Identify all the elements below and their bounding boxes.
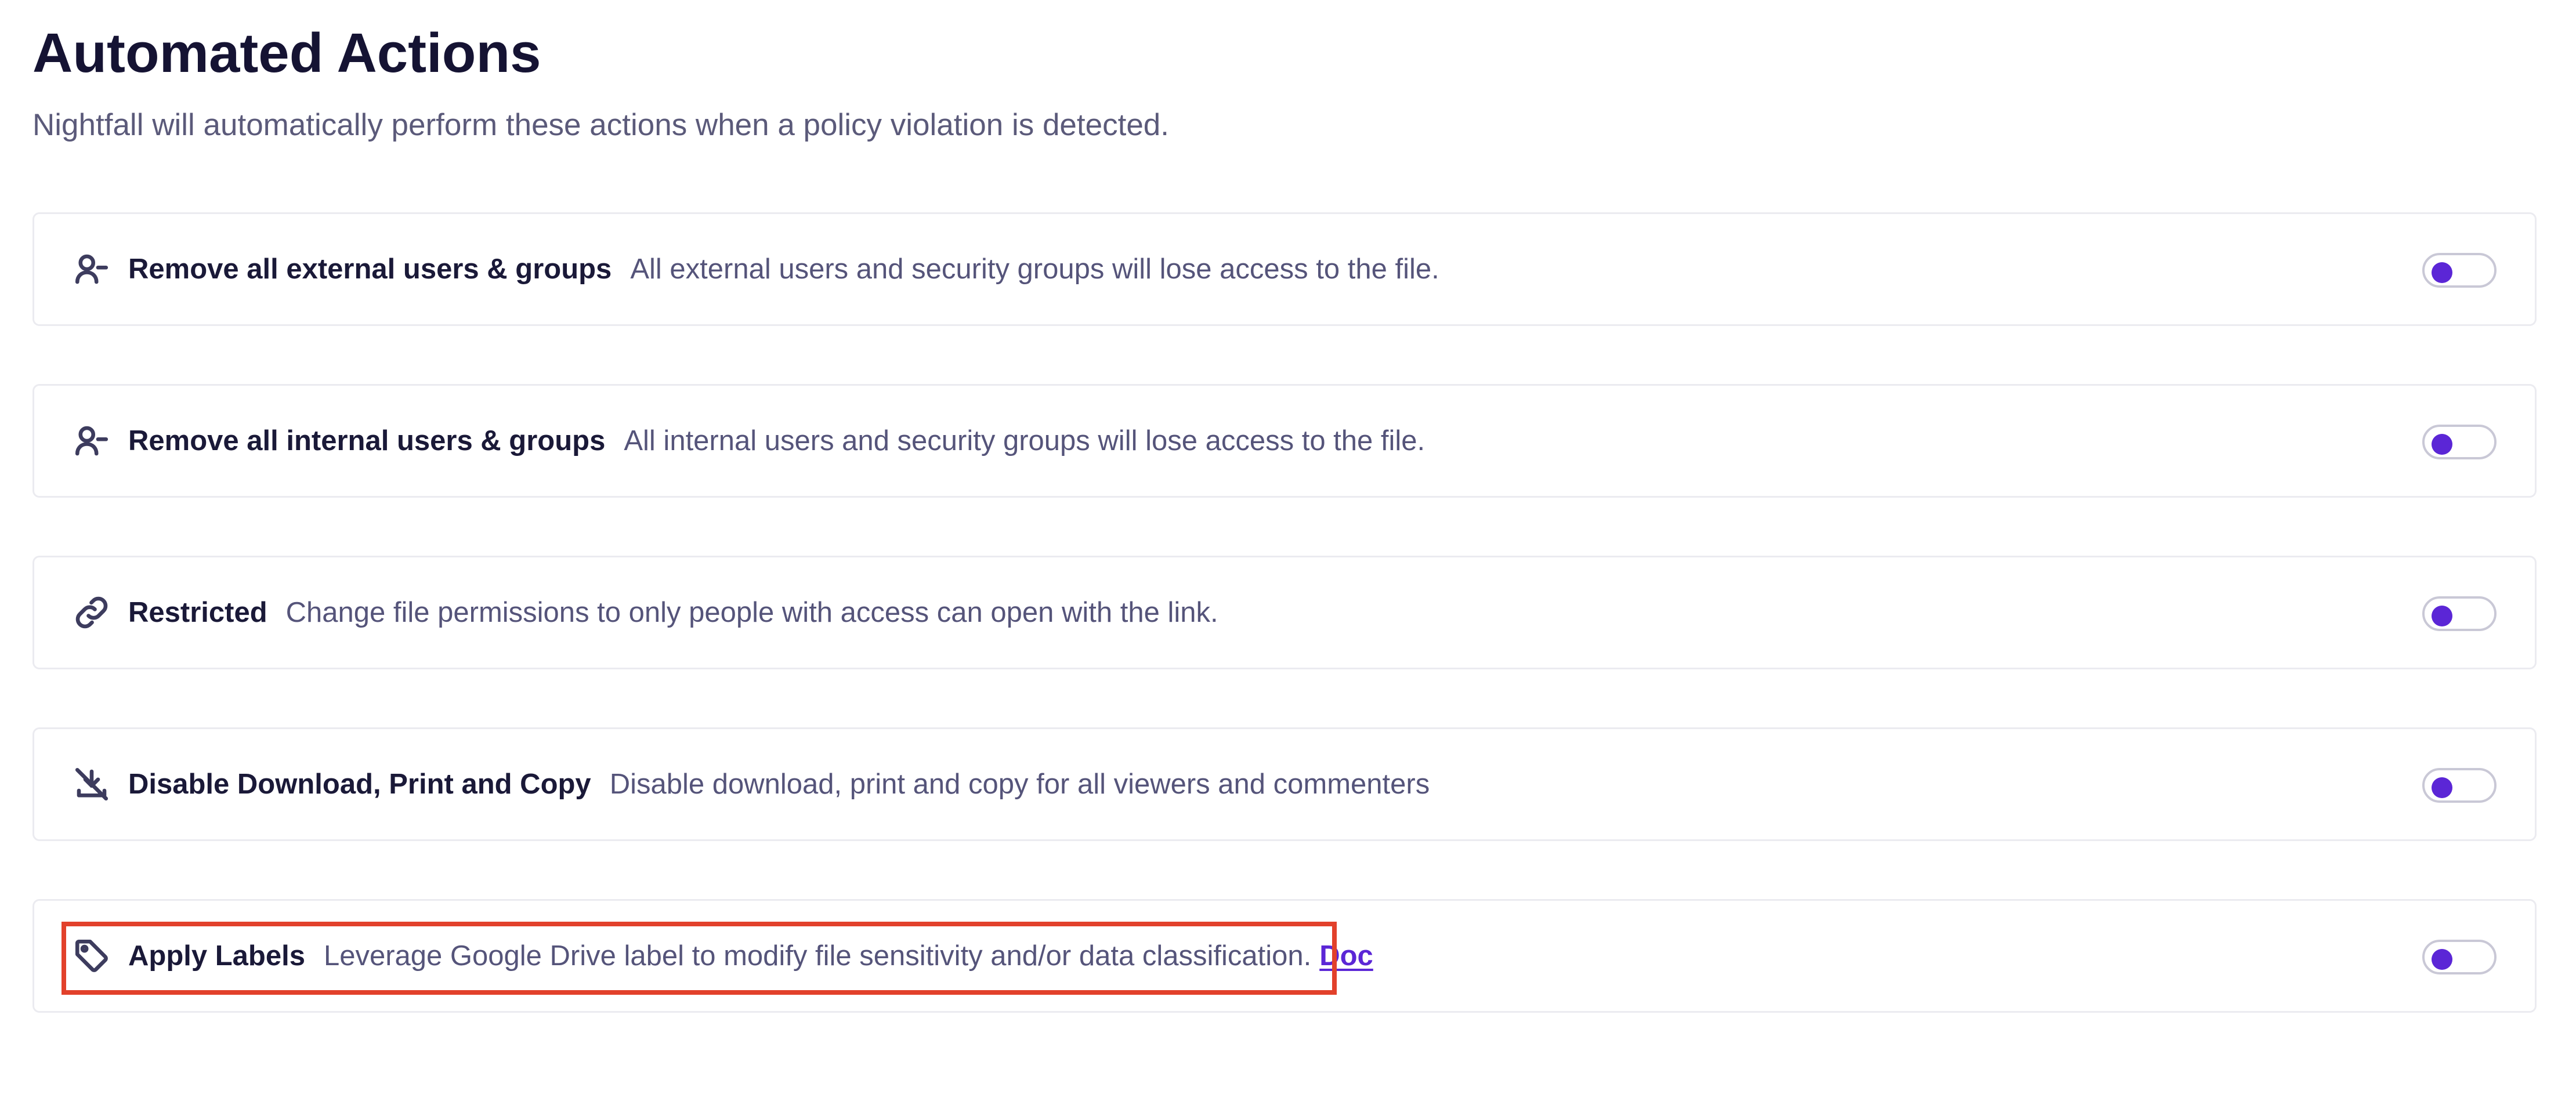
action-description: Leverage Google Drive label to modify fi… bbox=[323, 940, 1312, 972]
action-card-remove-external: Remove all external users & groups All e… bbox=[32, 212, 2537, 326]
action-description: Change file permissions to only people w… bbox=[285, 597, 1218, 628]
apply-labels-toggle[interactable] bbox=[2422, 940, 2497, 974]
action-title: Restricted bbox=[128, 597, 267, 628]
action-title: Remove all internal users & groups bbox=[128, 425, 606, 456]
toggle-knob bbox=[2432, 777, 2452, 798]
restricted-toggle[interactable] bbox=[2422, 596, 2497, 631]
action-card-restricted: Restricted Change file permissions to on… bbox=[32, 556, 2537, 669]
link-icon bbox=[73, 593, 111, 632]
action-title: Apply Labels bbox=[128, 940, 305, 972]
automated-actions-page: Automated Actions Nightfall will automat… bbox=[0, 0, 2576, 1116]
action-description: Disable download, print and copy for all… bbox=[609, 769, 1430, 800]
page-title: Automated Actions bbox=[32, 22, 541, 84]
page-subtitle: Nightfall will automatically perform the… bbox=[32, 108, 1170, 142]
toggle-knob bbox=[2432, 262, 2452, 283]
download-off-icon bbox=[73, 765, 111, 803]
action-description: All external users and security groups w… bbox=[630, 253, 1439, 285]
action-title: Disable Download, Print and Copy bbox=[128, 769, 591, 800]
user-minus-icon bbox=[73, 250, 111, 288]
doc-link[interactable]: Doc bbox=[1319, 940, 1373, 972]
action-title: Remove all external users & groups bbox=[128, 253, 612, 285]
action-card-disable-download: Disable Download, Print and Copy Disable… bbox=[32, 727, 2537, 841]
toggle-knob bbox=[2432, 606, 2452, 626]
action-card-apply-labels: Apply Labels Leverage Google Drive label… bbox=[32, 899, 2537, 1013]
toggle-knob bbox=[2432, 434, 2452, 455]
user-minus-icon bbox=[73, 422, 111, 460]
remove-internal-toggle[interactable] bbox=[2422, 425, 2497, 459]
disable-download-toggle[interactable] bbox=[2422, 768, 2497, 803]
action-description: All internal users and security groups w… bbox=[624, 425, 1426, 456]
action-card-remove-internal: Remove all internal users & groups All i… bbox=[32, 384, 2537, 498]
tag-icon bbox=[73, 937, 111, 975]
remove-external-toggle[interactable] bbox=[2422, 253, 2497, 288]
toggle-knob bbox=[2432, 949, 2452, 970]
